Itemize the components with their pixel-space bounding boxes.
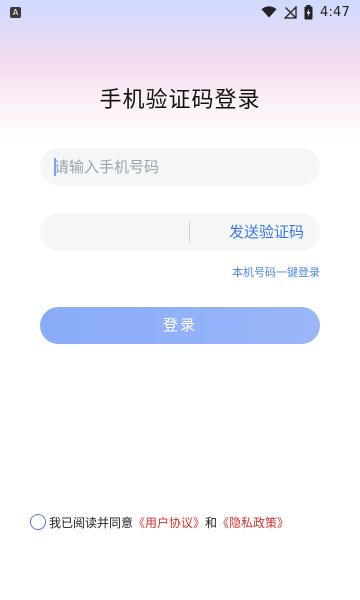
page-title: 手机验证码登录 [99,88,261,113]
no-signal-icon [284,5,297,19]
status-time: 4:47 [320,4,350,20]
agreement-and: 和 [205,515,218,530]
text-caret [54,158,56,176]
status-bar: A 4:47 [0,0,360,24]
phone-field[interactable] [40,148,320,186]
send-code-button[interactable]: 发送验证码 [229,213,304,251]
privacy-policy-link[interactable]: 《隐私政策》 [217,514,289,531]
wifi-icon [261,6,277,18]
verification-code-input[interactable] [54,213,184,251]
login-button[interactable]: 登录 [40,307,320,344]
notification-a-icon: A [10,6,21,18]
agreement-prefix: 我已阅读并同意 [49,515,134,530]
code-field[interactable]: 发送验证码 [40,213,320,251]
status-right: 4:47 [261,4,350,20]
battery-charging-icon [304,4,313,20]
phone-input[interactable] [54,148,304,186]
user-agreement-link[interactable]: 《用户协议》 [133,514,205,531]
field-divider [189,222,190,242]
status-left: A [10,6,21,18]
agree-checkbox[interactable] [30,514,46,530]
agreement-row: 我已阅读并同意 《用户协议》 和 《隐私政策》 [30,512,350,532]
one-click-login-link[interactable]: 本机号码一键登录 [232,264,320,280]
